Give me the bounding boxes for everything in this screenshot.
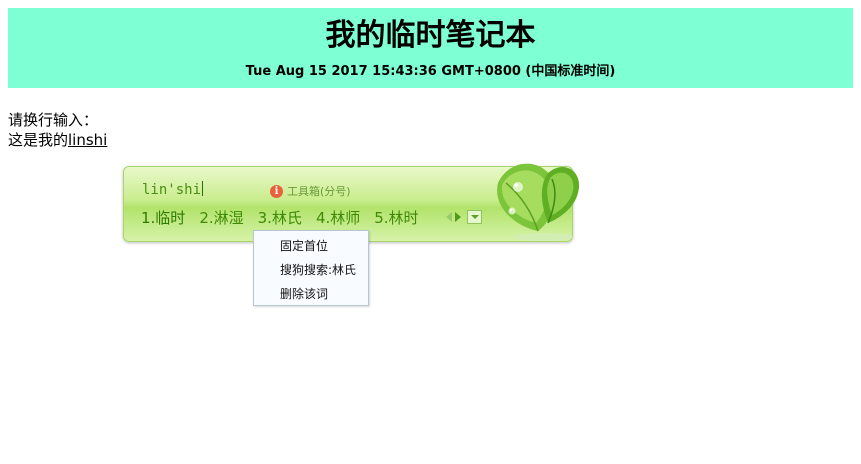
leaf-icon	[488, 153, 584, 249]
datetime-text: Tue Aug 15 2017 15:43:36 GMT+0800 (中国标准时…	[245, 64, 616, 79]
candidate-list: 1.临时 2.淋湿 3.林氏 4.林师 5.林时	[141, 207, 419, 228]
candidate-item[interactable]: 3.林氏	[258, 207, 302, 228]
pinyin-text: lin'shi	[142, 182, 202, 198]
text-caret	[202, 181, 204, 196]
page-header: 我的临时笔记本 Tue Aug 15 2017 15:43:36 GMT+080…	[8, 8, 853, 88]
line-prefix: 这是我的	[8, 131, 69, 149]
candidate-item[interactable]: 5.林时	[374, 207, 418, 228]
menu-item-delete-word[interactable]: 删除该词	[254, 283, 368, 307]
menu-item-pin-first[interactable]: 固定首位	[254, 235, 368, 259]
chevron-down-icon[interactable]	[467, 210, 482, 224]
note-editor[interactable]: 请换行输入： 这是我的linshi	[8, 110, 107, 150]
toolbox-button[interactable]: i 工具箱(分号)	[270, 183, 351, 199]
candidate-pager	[446, 210, 482, 224]
candidate-item[interactable]: 1.临时	[141, 207, 185, 228]
menu-item-sogou-search[interactable]: 搜狗搜索:林氏	[254, 259, 368, 283]
next-page-icon[interactable]	[455, 212, 461, 222]
pinyin-composition: lin'shi	[142, 181, 204, 198]
input-prompt: 请换行输入：	[8, 111, 99, 129]
page-title: 我的临时笔记本	[325, 18, 536, 53]
toolbox-label: 工具箱(分号)	[287, 185, 351, 198]
composition-text: linshi	[68, 131, 108, 149]
info-icon: i	[270, 184, 283, 198]
editor-line[interactable]: 这是我的linshi	[8, 130, 107, 150]
candidate-context-menu: 固定首位 搜狗搜索:林氏 删除该词	[253, 230, 369, 306]
prev-page-icon[interactable]	[446, 212, 452, 222]
candidate-item[interactable]: 4.林师	[316, 207, 360, 228]
candidate-item[interactable]: 2.淋湿	[199, 207, 243, 228]
